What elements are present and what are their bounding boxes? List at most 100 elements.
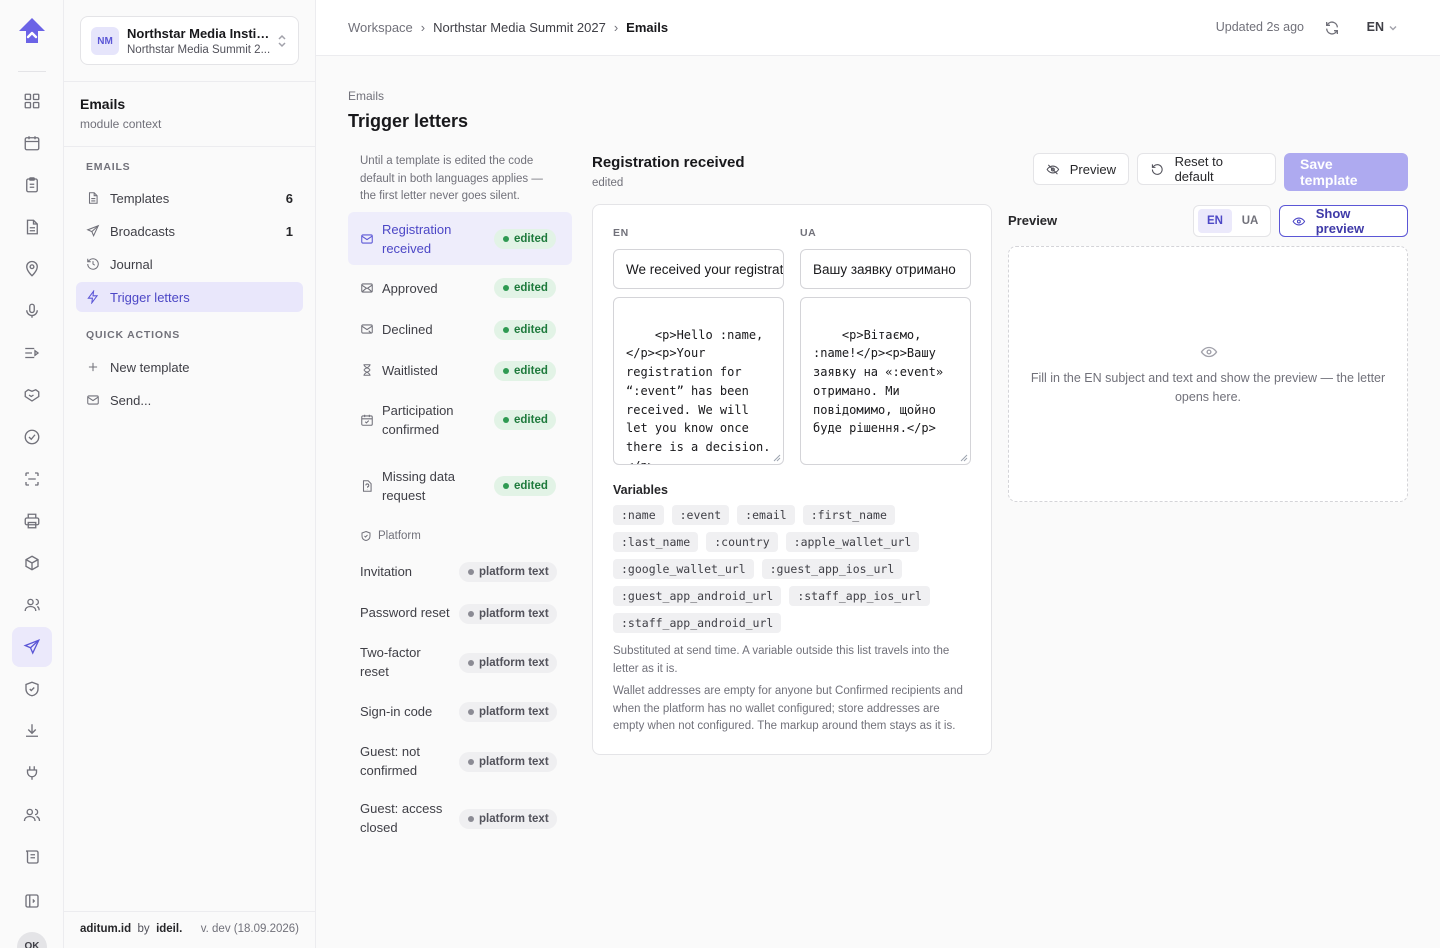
variable-chip[interactable]: :staff_app_ios_url: [789, 586, 930, 606]
mail-icon: [361, 233, 373, 244]
resize-grip-icon[interactable]: [773, 454, 781, 462]
show-preview-button[interactable]: Show preview: [1279, 205, 1408, 237]
shield-icon[interactable]: [12, 669, 52, 709]
chevron-up-down-icon: [278, 34, 286, 48]
file-icon: [88, 192, 98, 204]
handshake-icon[interactable]: [12, 375, 52, 415]
platform-item-guest-access-closed[interactable]: Guest: access closed: [360, 800, 444, 837]
breadcrumb-workspace[interactable]: Workspace: [348, 20, 413, 35]
clipboard-icon[interactable]: [12, 165, 52, 205]
trigger-list-note: Until a template is edited the code defa…: [360, 155, 543, 202]
reset-to-default-button[interactable]: Reset to default: [1137, 153, 1276, 185]
preview-lang-ua[interactable]: UA: [1233, 209, 1267, 233]
reset-button-label: Reset to default: [1174, 154, 1223, 184]
quick-action-new-template[interactable]: New template: [76, 352, 303, 382]
preview-language-toggle: EN UA: [1193, 205, 1271, 237]
ua-column-label: UA: [800, 227, 817, 239]
nav-item-trigger-letters[interactable]: Trigger letters: [76, 282, 303, 312]
package-icon[interactable]: [12, 543, 52, 583]
reset-icon: [1151, 163, 1163, 175]
platform-item-guest-not-confirmed[interactable]: Guest: not confirmed: [360, 743, 444, 780]
nav-item-templates[interactable]: Templates 6: [76, 183, 303, 213]
sidebar-toggle-icon[interactable]: [12, 881, 52, 921]
scroll-icon[interactable]: [12, 837, 52, 877]
download-icon[interactable]: [12, 711, 52, 751]
variable-chip[interactable]: :country: [706, 532, 778, 552]
variable-chip[interactable]: :staff_app_android_url: [613, 613, 782, 633]
calendar-icon[interactable]: [12, 123, 52, 163]
variables-note: Substituted at send time. A variable out…: [613, 645, 950, 675]
agenda-icon[interactable]: [12, 333, 52, 373]
platform-item-two-factor-reset[interactable]: Two-factor reset: [360, 644, 440, 681]
trigger-label: Participation confirmed: [382, 403, 454, 437]
status-badge: edited: [494, 320, 556, 340]
plug-icon[interactable]: [12, 753, 52, 793]
status-badge: platform text: [459, 653, 557, 673]
nav-item-broadcasts[interactable]: Broadcasts 1: [76, 216, 303, 246]
variable-chip[interactable]: :apple_wallet_url: [785, 532, 920, 552]
quick-action-send[interactable]: Send...: [76, 385, 303, 415]
ua-subject-input[interactable]: Вашу заявку отримано: [800, 249, 971, 289]
top-bar: Workspace › Northstar Media Summit 2027 …: [316, 0, 1440, 56]
nav-item-label: Broadcasts: [110, 223, 176, 239]
platform-item-sign-in-code[interactable]: Sign-in code: [360, 703, 460, 722]
preview-placeholder: Fill in the EN subject and text and show…: [1008, 246, 1408, 502]
breadcrumb-separator: ›: [420, 20, 426, 35]
eye-icon: [1292, 217, 1306, 225]
icon-rail: OK: [0, 0, 64, 948]
nav-item-label: Templates: [110, 190, 170, 206]
quick-action-label: Send...: [110, 392, 152, 408]
preview-lang-en[interactable]: EN: [1198, 209, 1232, 233]
page-title: Trigger letters: [348, 111, 469, 131]
check-circle-icon[interactable]: [12, 417, 52, 457]
event-name: Northstar Media Summit 2...: [127, 44, 271, 56]
variable-chip[interactable]: :google_wallet_url: [613, 559, 754, 579]
en-subject-input[interactable]: We received your registration: [613, 249, 784, 289]
trigger-label: Declined: [382, 321, 433, 337]
platform-item-password-reset[interactable]: Password reset: [360, 604, 460, 623]
variable-chip[interactable]: :name: [613, 505, 664, 525]
plus-icon: [88, 362, 98, 372]
nav-item-label: Trigger letters: [110, 289, 190, 305]
save-template-button[interactable]: Save template: [1284, 153, 1408, 191]
microphone-icon[interactable]: [12, 291, 52, 331]
document-icon[interactable]: [12, 207, 52, 247]
section-label-quick-actions: QUICK ACTIONS: [86, 329, 181, 341]
scan-icon[interactable]: [12, 459, 52, 499]
app-logo-icon[interactable]: [17, 16, 47, 46]
refresh-icon[interactable]: [1324, 20, 1340, 36]
divider: [64, 146, 315, 147]
user-avatar[interactable]: OK: [17, 932, 47, 948]
variable-chip[interactable]: :email: [737, 505, 795, 525]
status-badge: edited: [494, 229, 556, 249]
brand-maker: ideil.: [156, 923, 183, 935]
status-badge: edited: [494, 278, 556, 298]
calendar-check-icon: [361, 414, 373, 426]
send-icon[interactable]: [12, 627, 52, 667]
location-icon[interactable]: [12, 249, 52, 289]
nav-item-count: 1: [285, 223, 293, 239]
attendees-icon[interactable]: [12, 585, 52, 625]
breadcrumb-separator: ›: [613, 20, 619, 35]
users-icon[interactable]: [12, 795, 52, 835]
dashboard-icon[interactable]: [12, 81, 52, 121]
variable-chip[interactable]: :first_name: [802, 505, 895, 525]
history-icon: [87, 258, 99, 270]
status-badge: platform text: [459, 702, 557, 722]
resize-grip-icon[interactable]: [960, 454, 968, 462]
language-selector[interactable]: EN: [1367, 20, 1384, 34]
nav-item-journal[interactable]: Journal: [76, 249, 303, 279]
printer-icon[interactable]: [12, 501, 52, 541]
variable-chip[interactable]: :event: [671, 505, 730, 525]
variable-chip[interactable]: :guest_app_android_url: [613, 586, 782, 606]
variable-chip[interactable]: :last_name: [613, 532, 699, 552]
preview-button-label: Preview: [1069, 161, 1116, 177]
breadcrumb-current: Emails: [626, 20, 669, 35]
variable-chip[interactable]: :guest_app_ios_url: [761, 559, 903, 579]
preview-button[interactable]: Preview: [1033, 153, 1129, 185]
ua-body-textarea[interactable]: <p>Вітаємо, :name!</p><p>Вашу заявку на …: [800, 297, 971, 465]
en-body-textarea[interactable]: <p>Hello :name,</p><p>Your registration …: [613, 297, 784, 465]
breadcrumb-event[interactable]: Northstar Media Summit 2027: [433, 20, 606, 35]
workspace-switcher[interactable]: NM Northstar Media Instit... Northstar M…: [80, 16, 299, 65]
platform-item-invitation[interactable]: Invitation: [360, 563, 460, 582]
